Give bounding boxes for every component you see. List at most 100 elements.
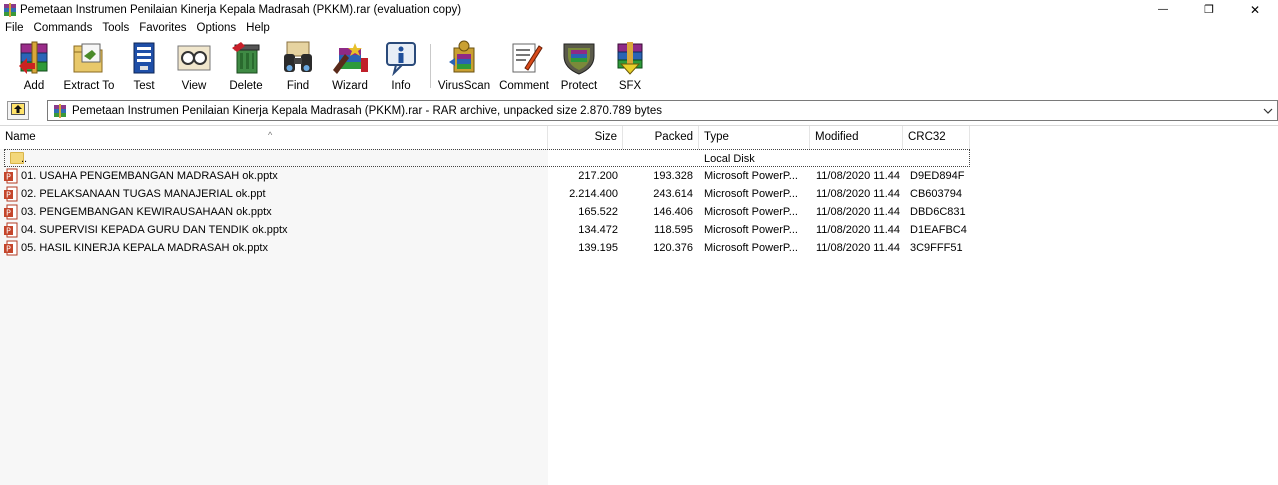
file-row[interactable]: P 02. PELAKSANAAN TUGAS MANAJERIAL ok.pp… (0, 185, 1278, 203)
column-modified[interactable]: Modified (810, 126, 903, 149)
virusscan-icon (445, 40, 483, 76)
column-type[interactable]: Type (699, 126, 810, 149)
file-name: 03. PENGEMBANGAN KEWIRAUSAHAAN ok.pptx (21, 206, 272, 218)
column-name-label: Name (5, 131, 36, 143)
toolbar-separator (430, 44, 431, 88)
file-size: 2.214.400 (569, 188, 618, 200)
wizard-label: Wizard (332, 80, 368, 92)
winrar-app-icon[interactable] (3, 2, 17, 17)
find-button[interactable]: Find (278, 40, 318, 94)
svg-text:P: P (6, 209, 11, 218)
file-row[interactable]: P 04. SUPERVISI KEPADA GURU DAN TENDIK o… (0, 221, 1278, 239)
wizard-icon (331, 40, 369, 76)
file-size: 217.200 (578, 170, 618, 182)
delete-button[interactable]: Delete (226, 40, 266, 94)
column-size-label: Size (594, 131, 617, 143)
close-button[interactable]: ✕ (1232, 0, 1278, 19)
file-modified: 11/08/2020 11.44 (816, 170, 901, 182)
svg-text:P: P (6, 245, 11, 254)
view-label: View (181, 80, 207, 92)
file-size: 139.195 (578, 242, 618, 254)
column-type-label: Type (704, 131, 729, 143)
file-name: 01. USAHA PENGEMBANGAN MADRASAH ok.pptx (21, 170, 278, 182)
up-arrow-icon (11, 103, 25, 118)
comment-icon (505, 40, 543, 76)
minimize-button[interactable]: — (1140, 0, 1186, 19)
toolbar: Add Extract To Test View Delete Find Wiz… (0, 38, 1278, 96)
file-row[interactable]: P 01. USAHA PENGEMBANGAN MADRASAH ok.ppt… (0, 167, 1278, 185)
menu-commands[interactable]: Commands (29, 19, 98, 38)
archive-path-text: Pemetaan Instrumen Penilaian Kinerja Kep… (72, 104, 662, 117)
info-button[interactable]: Info (382, 40, 420, 94)
file-row[interactable]: P 05. HASIL KINERJA KEPALA MADRASAH ok.p… (0, 239, 1278, 257)
sfx-button[interactable]: SFX (610, 40, 650, 94)
column-packed[interactable]: Packed (623, 126, 699, 149)
file-type: Microsoft PowerP... (704, 206, 798, 218)
window-controls: — ❐ ✕ (1140, 0, 1278, 19)
file-type: Microsoft PowerP... (704, 188, 798, 200)
menu-file[interactable]: File (0, 19, 29, 38)
menu-bar: File Commands Tools Favorites Options He… (0, 19, 1278, 38)
menu-tools[interactable]: Tools (97, 19, 134, 38)
address-bar: Pemetaan Instrumen Penilaian Kinerja Kep… (0, 98, 1278, 123)
menu-help[interactable]: Help (241, 19, 275, 38)
sfx-icon (611, 40, 649, 76)
comment-button[interactable]: Comment (496, 40, 552, 94)
chevron-down-icon[interactable] (1262, 104, 1274, 118)
window-title: Pemetaan Instrumen Penilaian Kinerja Kep… (20, 3, 462, 16)
column-header: Name ^ Size Packed Type Modified CRC32 (0, 126, 1278, 149)
archive-path-field[interactable]: Pemetaan Instrumen Penilaian Kinerja Kep… (47, 100, 1278, 121)
column-packed-label: Packed (654, 131, 693, 143)
menu-favorites[interactable]: Favorites (134, 19, 191, 38)
powerpoint-file-icon: P (4, 240, 18, 256)
file-type: Microsoft PowerP... (704, 170, 798, 182)
extract-to-label: Extract To (63, 80, 115, 92)
file-modified: 11/08/2020 11.44 (816, 242, 901, 254)
file-row[interactable]: P 03. PENGEMBANGAN KEWIRAUSAHAAN ok.pptx… (0, 203, 1278, 221)
file-size: 165.522 (578, 206, 618, 218)
info-icon (382, 40, 420, 77)
powerpoint-file-icon: P (4, 186, 18, 202)
column-crc32[interactable]: CRC32 (903, 126, 970, 149)
add-button[interactable]: Add (12, 40, 56, 94)
file-crc32: CB603794 (910, 188, 962, 200)
file-type: Microsoft PowerP... (704, 224, 798, 236)
file-modified: 11/08/2020 11.44 (816, 206, 901, 218)
file-crc32: DBD6C831 (910, 206, 966, 218)
title-bar: Pemetaan Instrumen Penilaian Kinerja Kep… (0, 0, 1278, 19)
column-name[interactable]: Name ^ (0, 126, 548, 149)
maximize-button[interactable]: ❐ (1186, 0, 1232, 19)
file-list[interactable]: Name ^ Size Packed Type Modified CRC32 .… (0, 125, 1278, 485)
test-icon (125, 40, 163, 76)
minimize-icon: — (1158, 4, 1168, 15)
sort-ascending-icon: ^ (268, 130, 273, 140)
delete-icon (227, 40, 265, 76)
virusscan-button[interactable]: VirusScan (438, 40, 490, 94)
file-packed: 243.614 (653, 188, 693, 200)
view-icon (175, 40, 213, 76)
test-button[interactable]: Test (124, 40, 164, 94)
find-binoculars-icon (279, 40, 317, 76)
menu-options[interactable]: Options (192, 19, 242, 38)
file-crc32: D1EAFBC4 (910, 224, 967, 236)
add-archive-icon (15, 40, 53, 76)
protect-button[interactable]: Protect (558, 40, 600, 94)
column-size[interactable]: Size (548, 126, 623, 149)
parent-folder-row[interactable]: .. Local Disk (4, 149, 970, 167)
protect-shield-icon (560, 40, 598, 76)
view-button[interactable]: View (174, 40, 214, 94)
add-label: Add (23, 80, 45, 92)
file-crc32: D9ED894F (910, 170, 965, 182)
file-packed: 193.328 (653, 170, 693, 182)
delete-label: Delete (229, 80, 263, 92)
file-modified: 11/08/2020 11.44 (816, 188, 901, 200)
file-size: 134.472 (578, 224, 618, 236)
virusscan-label: VirusScan (437, 80, 491, 92)
up-one-level-button[interactable] (7, 101, 29, 120)
wizard-button[interactable]: Wizard (328, 40, 372, 94)
svg-text:P: P (6, 173, 11, 182)
extract-to-button[interactable]: Extract To (62, 40, 116, 94)
svg-text:P: P (6, 227, 11, 236)
column-crc32-label: CRC32 (908, 131, 946, 143)
file-name: 04. SUPERVISI KEPADA GURU DAN TENDIK ok.… (21, 224, 288, 236)
